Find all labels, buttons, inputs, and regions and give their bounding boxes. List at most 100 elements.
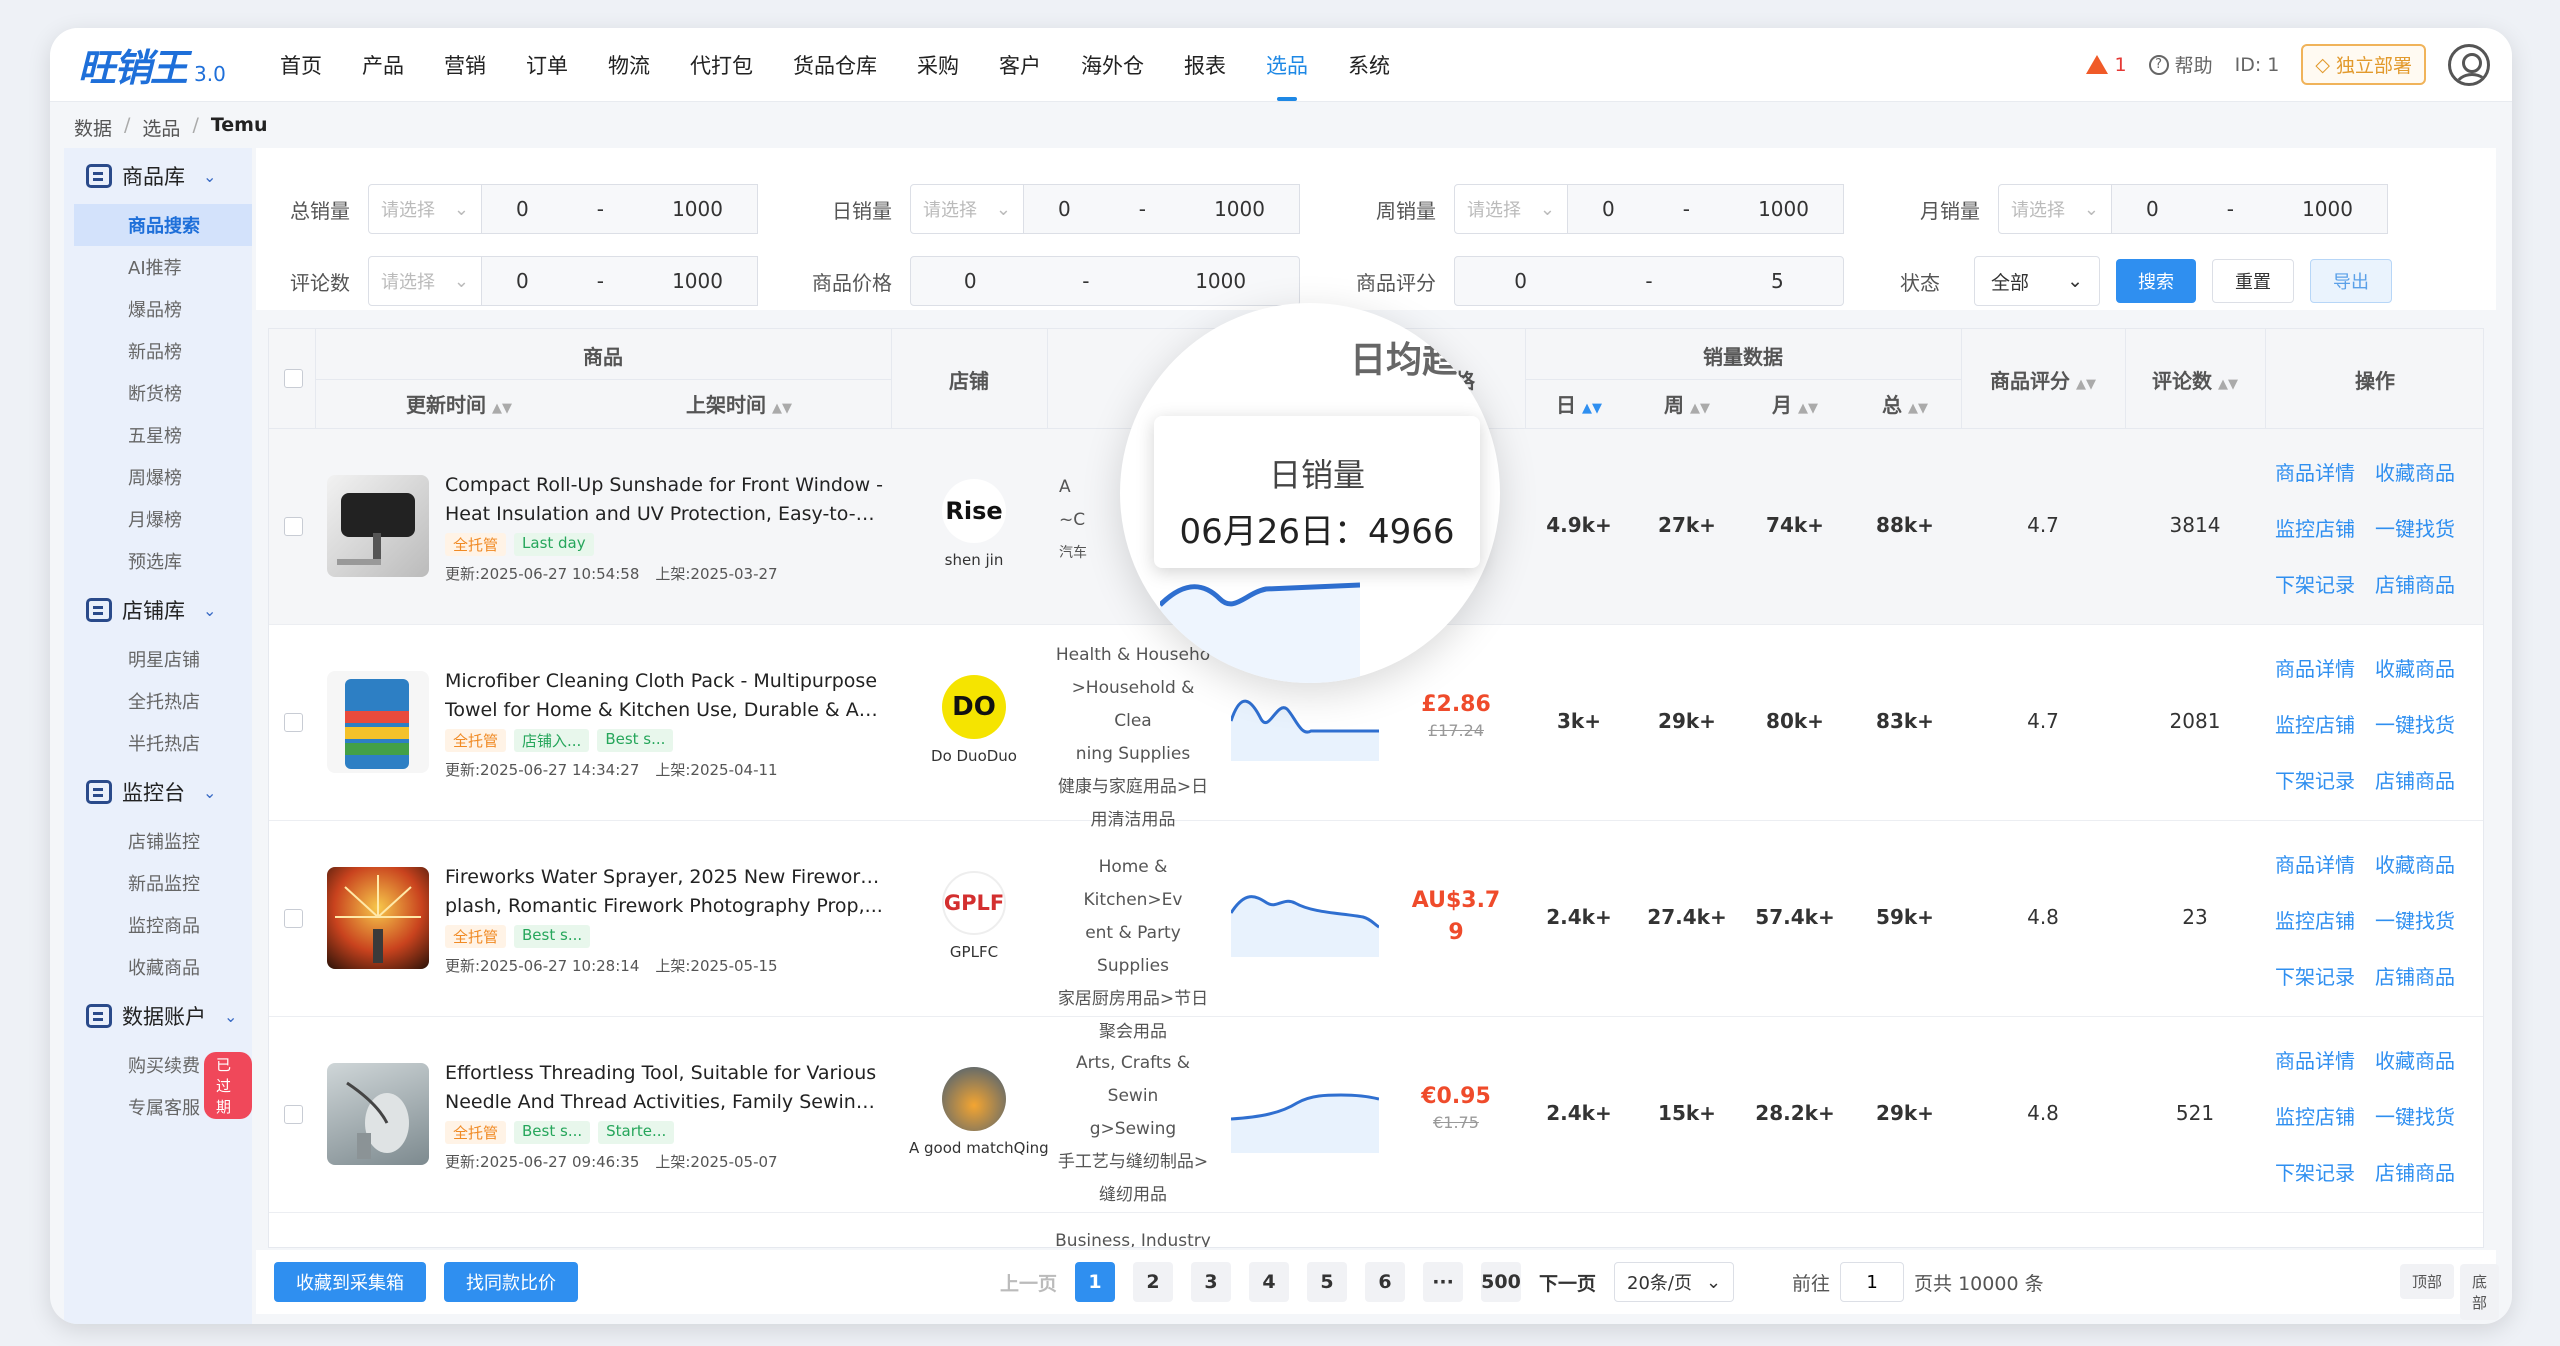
nav-logistics[interactable]: 物流 bbox=[588, 28, 670, 101]
sidebar-item-preselect[interactable]: 预选库 bbox=[64, 540, 252, 582]
op-find-source[interactable]: 一键找货 bbox=[2375, 905, 2455, 934]
filter-select[interactable]: 请选择 ⌄ bbox=[910, 184, 1024, 234]
op-favorite[interactable]: 收藏商品 bbox=[2375, 653, 2455, 682]
next-page-button[interactable]: 下一页 bbox=[1539, 1262, 1596, 1302]
collect-button[interactable]: 收藏到采集箱 bbox=[274, 1262, 426, 1302]
range-input[interactable]: 0 - 1000 bbox=[482, 184, 758, 234]
compare-button[interactable]: 找同款比价 bbox=[444, 1262, 578, 1302]
export-button[interactable]: 导出 bbox=[2310, 259, 2392, 303]
header-list-time[interactable]: 上架时间 ▲▼ bbox=[629, 389, 849, 418]
page-500[interactable]: 500 bbox=[1481, 1262, 1522, 1302]
help-link[interactable]: ? 帮助 bbox=[2148, 51, 2213, 78]
op-delist-record[interactable]: 下架记录 bbox=[2275, 765, 2355, 794]
row-checkbox[interactable] bbox=[284, 1105, 303, 1124]
nav-selection[interactable]: 选品 bbox=[1246, 28, 1328, 101]
range-input[interactable]: 0 - 1000 bbox=[482, 256, 758, 306]
op-product-detail[interactable]: 商品详情 bbox=[2275, 457, 2355, 486]
header-reviews[interactable]: 评论数 ▲▼ bbox=[2125, 365, 2265, 394]
op-product-detail[interactable]: 商品详情 bbox=[2275, 653, 2355, 682]
page-6[interactable]: 6 bbox=[1365, 1262, 1406, 1302]
page-4[interactable]: 4 bbox=[1249, 1262, 1290, 1302]
shop-cell[interactable]: GPLF GPLFC bbox=[909, 871, 1039, 961]
row-checkbox[interactable] bbox=[284, 909, 303, 928]
header-rating[interactable]: 商品评分 ▲▼ bbox=[1961, 365, 2125, 394]
shop-cell[interactable]: A good matchQing bbox=[909, 1067, 1049, 1157]
search-button[interactable]: 搜索 bbox=[2116, 259, 2196, 303]
range-input[interactable]: 0 - 1000 bbox=[2112, 184, 2388, 234]
product-title-line1[interactable]: Compact Roll-Up Sunshade for Front Windo… bbox=[445, 471, 885, 500]
page-1[interactable]: 1 bbox=[1075, 1262, 1116, 1302]
sidebar-item-product-monitor[interactable]: 监控商品 bbox=[64, 904, 252, 946]
shop-cell[interactable]: Rise shen jin bbox=[909, 479, 1039, 569]
sidebar-item-product-search[interactable]: 商品搜索 bbox=[74, 204, 252, 246]
sidebar-item-support[interactable]: 专属客服 bbox=[64, 1086, 252, 1128]
page-3[interactable]: 3 bbox=[1191, 1262, 1232, 1302]
nav-purchase[interactable]: 采购 bbox=[897, 28, 979, 101]
nav-orders[interactable]: 订单 bbox=[506, 28, 588, 101]
op-monitor-shop[interactable]: 监控店铺 bbox=[2275, 905, 2355, 934]
sidebar-group-monitor[interactable]: 监控台 ⌄ bbox=[64, 764, 252, 820]
nav-customers[interactable]: 客户 bbox=[979, 28, 1061, 101]
filter-select[interactable]: 请选择 ⌄ bbox=[1998, 184, 2112, 234]
product-thumbnail[interactable] bbox=[327, 475, 429, 577]
product-title-line2[interactable]: Towel for Home & Kitchen Use, Durable & … bbox=[445, 696, 885, 725]
op-shop-products[interactable]: 店铺商品 bbox=[2375, 569, 2455, 598]
sidebar-item-full-hot-shops[interactable]: 全托热店 bbox=[64, 680, 252, 722]
range-input[interactable]: 0 - 1000 bbox=[910, 256, 1300, 306]
sidebar-item-star-shops[interactable]: 明星店铺 bbox=[64, 638, 252, 680]
deploy-button[interactable]: ◇ 独立部署 bbox=[2301, 44, 2426, 85]
op-find-source[interactable]: 一键找货 bbox=[2375, 709, 2455, 738]
breadcrumb-data[interactable]: 数据 bbox=[74, 114, 112, 141]
range-input[interactable]: 0 - 1000 bbox=[1568, 184, 1844, 234]
status-select[interactable]: 全部 ⌄ bbox=[1974, 256, 2100, 306]
row-checkbox[interactable] bbox=[284, 517, 303, 536]
page-5[interactable]: 5 bbox=[1307, 1262, 1348, 1302]
sidebar-item-hot-list[interactable]: 爆品榜 bbox=[64, 288, 252, 330]
product-thumbnail[interactable] bbox=[327, 671, 429, 773]
shop-cell[interactable]: DO Do DuoDuo bbox=[909, 675, 1039, 765]
sidebar-item-ai-recommend[interactable]: AI推荐 bbox=[64, 246, 252, 288]
header-update-time[interactable]: 更新时间 ▲▼ bbox=[349, 389, 569, 418]
op-find-source[interactable]: 一键找货 bbox=[2375, 1101, 2455, 1130]
nav-warehouse[interactable]: 货品仓库 bbox=[773, 28, 897, 101]
app-logo[interactable]: 旺销王 3.0 bbox=[50, 37, 260, 92]
sidebar-item-monthly-hot[interactable]: 月爆榜 bbox=[64, 498, 252, 540]
user-avatar-icon[interactable] bbox=[2448, 43, 2490, 86]
op-favorite[interactable]: 收藏商品 bbox=[2375, 457, 2455, 486]
sidebar-item-weekly-hot[interactable]: 周爆榜 bbox=[64, 456, 252, 498]
sidebar-group-product-library[interactable]: 商品库 ⌄ bbox=[64, 148, 252, 204]
op-delist-record[interactable]: 下架记录 bbox=[2275, 961, 2355, 990]
sidebar-item-semi-hot-shops[interactable]: 半托热店 bbox=[64, 722, 252, 764]
sidebar-item-new-list[interactable]: 新品榜 bbox=[64, 330, 252, 372]
op-favorite[interactable]: 收藏商品 bbox=[2375, 849, 2455, 878]
op-delist-record[interactable]: 下架记录 bbox=[2275, 569, 2355, 598]
header-week[interactable]: 周 ▲▼ bbox=[1633, 389, 1741, 418]
header-total[interactable]: 总 ▲▼ bbox=[1849, 389, 1961, 418]
product-title-line1[interactable]: Fireworks Water Sprayer, 2025 New Firewo… bbox=[445, 863, 885, 892]
filter-select[interactable]: 请选择 ⌄ bbox=[1454, 184, 1568, 234]
nav-packing[interactable]: 代打包 bbox=[670, 28, 773, 101]
header-month[interactable]: 月 ▲▼ bbox=[1741, 389, 1849, 418]
page-2[interactable]: 2 bbox=[1133, 1262, 1174, 1302]
op-shop-products[interactable]: 店铺商品 bbox=[2375, 765, 2455, 794]
op-find-source[interactable]: 一键找货 bbox=[2375, 513, 2455, 542]
op-delist-record[interactable]: 下架记录 bbox=[2275, 1157, 2355, 1186]
op-shop-products[interactable]: 店铺商品 bbox=[2375, 1157, 2455, 1186]
nav-overseas[interactable]: 海外仓 bbox=[1061, 28, 1164, 101]
product-title-line2[interactable]: Needle And Thread Activities, Family Sew… bbox=[445, 1088, 885, 1117]
product-title-line1[interactable]: Microfiber Cleaning Cloth Pack - Multipu… bbox=[445, 667, 885, 696]
op-monitor-shop[interactable]: 监控店铺 bbox=[2275, 709, 2355, 738]
product-thumbnail[interactable] bbox=[327, 1063, 429, 1165]
alert-indicator[interactable]: 1 bbox=[2086, 54, 2127, 76]
header-day[interactable]: 日 ▲▼ bbox=[1525, 389, 1633, 418]
nav-home[interactable]: 首页 bbox=[260, 28, 342, 101]
nav-products[interactable]: 产品 bbox=[342, 28, 424, 101]
nav-system[interactable]: 系统 bbox=[1328, 28, 1410, 101]
sidebar-item-five-star[interactable]: 五星榜 bbox=[64, 414, 252, 456]
nav-reports[interactable]: 报表 bbox=[1164, 28, 1246, 101]
op-shop-products[interactable]: 店铺商品 bbox=[2375, 961, 2455, 990]
op-monitor-shop[interactable]: 监控店铺 bbox=[2275, 513, 2355, 542]
sidebar-item-shop-monitor[interactable]: 店铺监控 bbox=[64, 820, 252, 862]
filter-select[interactable]: 请选择 ⌄ bbox=[368, 256, 482, 306]
op-monitor-shop[interactable]: 监控店铺 bbox=[2275, 1101, 2355, 1130]
